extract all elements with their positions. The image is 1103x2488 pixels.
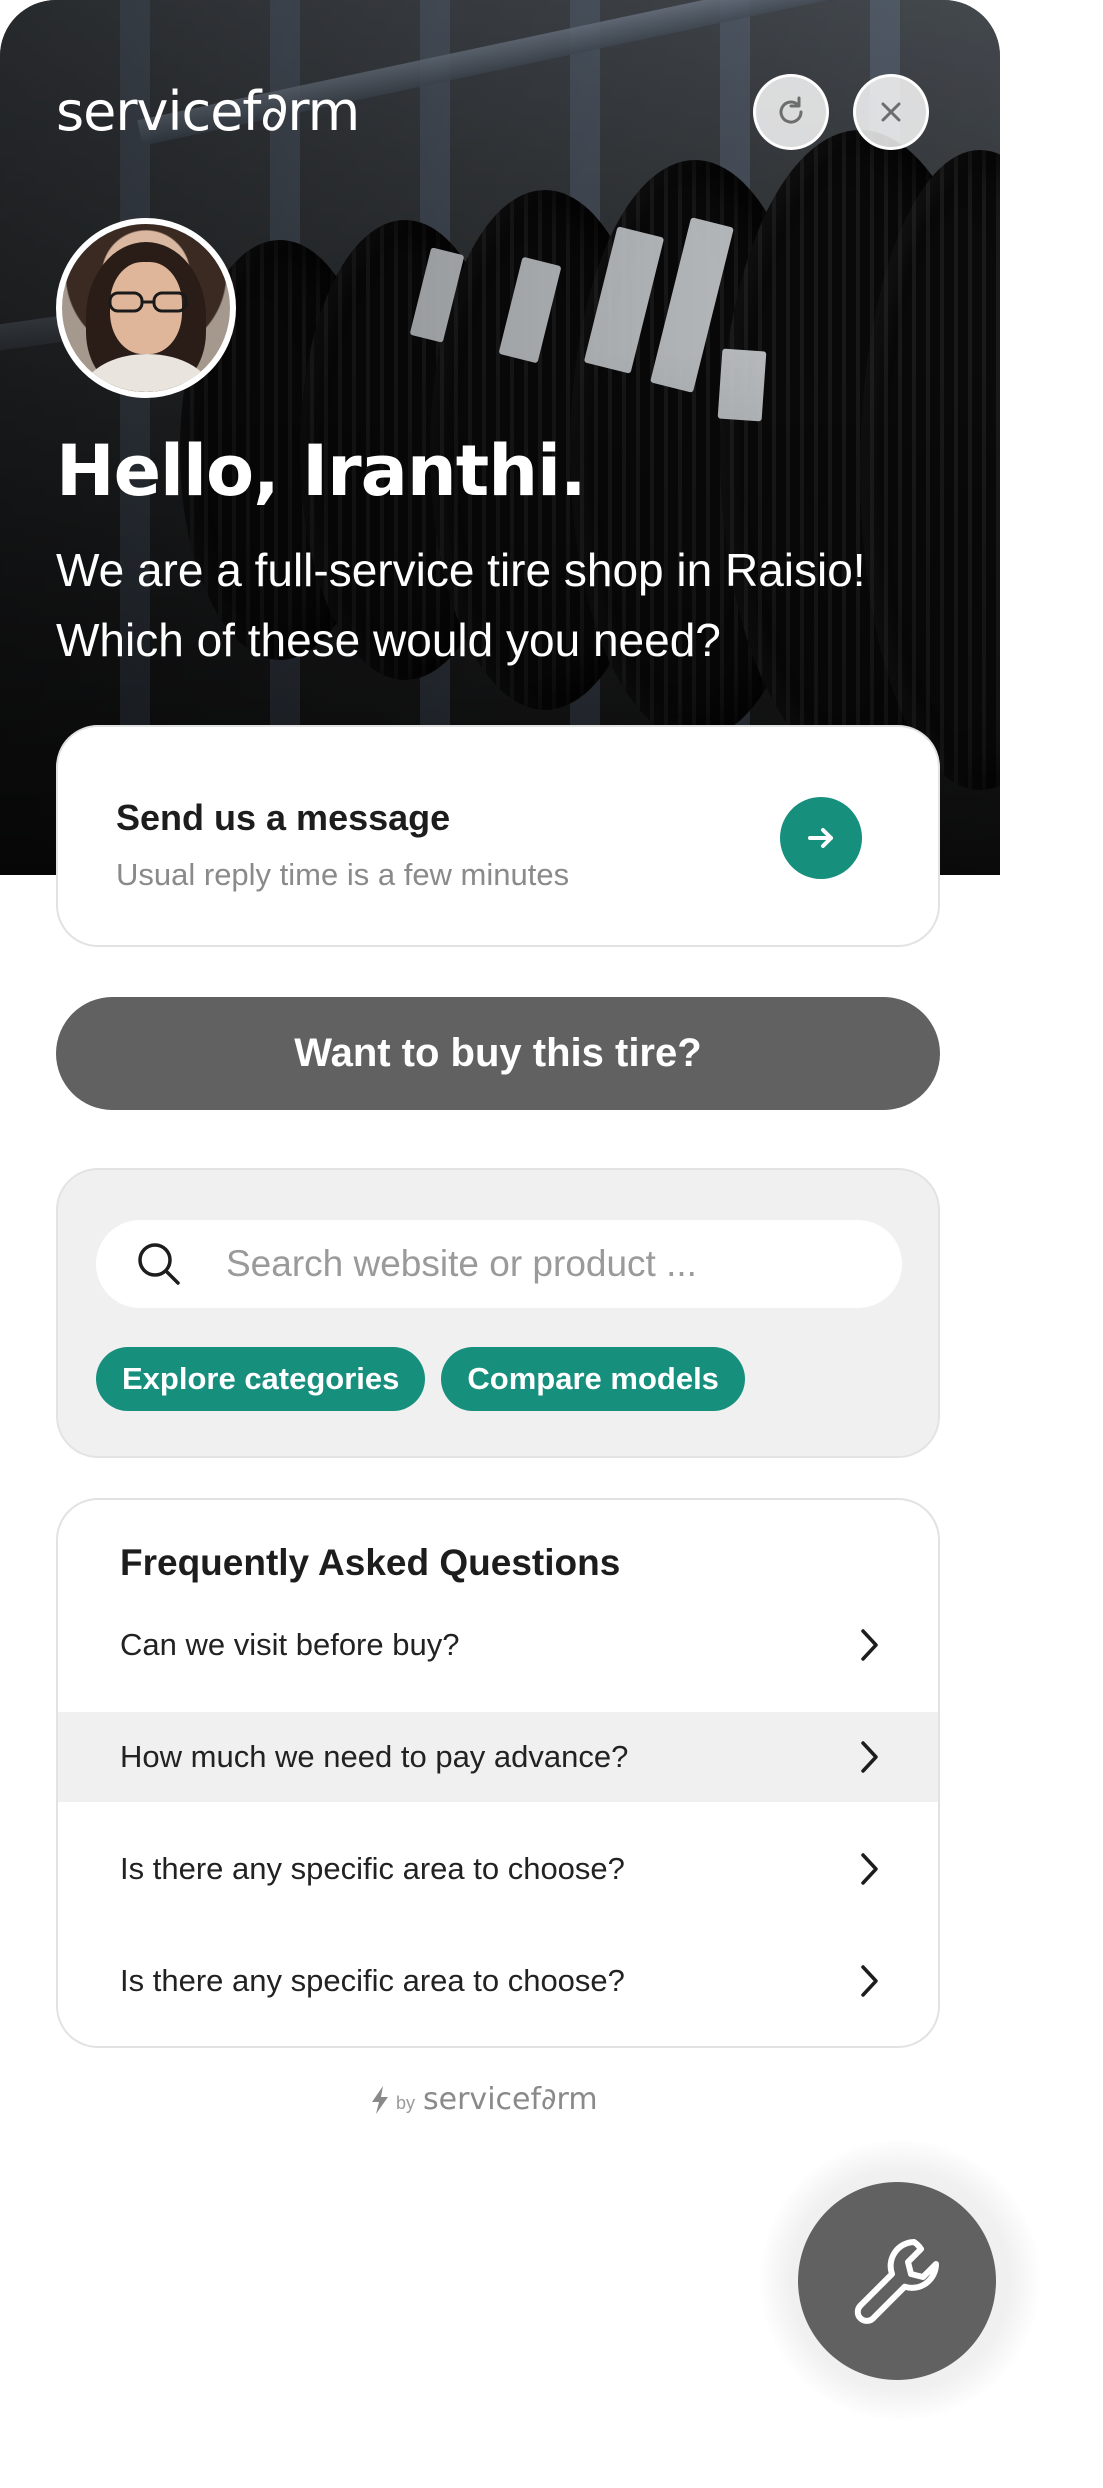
close-icon xyxy=(881,102,901,122)
buy-tire-button[interactable]: Want to buy this tire? xyxy=(56,997,940,1110)
chat-widget: servicef∂rm Hello, Iranthi. We are a ful… xyxy=(0,0,1000,2180)
servicefrom-logo: servicef∂rm xyxy=(56,80,360,143)
faq-item[interactable]: Can we visit before buy? xyxy=(58,1600,938,1690)
chevron-right-icon xyxy=(861,1629,878,1661)
chevron-right-icon xyxy=(861,1965,878,1997)
powered-by-brand: servicef∂rm xyxy=(423,2082,598,2117)
powered-by-label: by xyxy=(396,2093,416,2113)
launcher-button[interactable] xyxy=(798,2182,996,2380)
refresh-button[interactable] xyxy=(753,74,829,150)
faq-title: Frequently Asked Questions xyxy=(120,1542,621,1583)
faq-question: Can we visit before buy? xyxy=(120,1627,460,1662)
chip-explore-categories[interactable]: Explore categories xyxy=(96,1347,426,1411)
faq-item[interactable]: Is there any specific area to choose? xyxy=(58,1936,938,2026)
greeting-heading: Hello, Iranthi. xyxy=(56,430,587,512)
close-button[interactable] xyxy=(853,74,929,150)
quick-action-chips: Explore categories Compare models xyxy=(96,1347,745,1411)
message-card-title: Send us a message xyxy=(116,797,451,838)
arrow-right-icon xyxy=(808,828,833,848)
faq-question: How much we need to pay advance? xyxy=(120,1739,629,1774)
search-card: Explore categories Compare models xyxy=(56,1168,940,1458)
send-message-button[interactable] xyxy=(780,797,862,879)
message-card-subtitle: Usual reply time is a few minutes xyxy=(116,857,570,892)
search-input[interactable] xyxy=(226,1243,866,1285)
chevron-right-icon xyxy=(861,1853,878,1885)
bolt-icon xyxy=(372,2085,388,2114)
powered-by[interactable]: by servicef∂rm xyxy=(370,2082,598,2117)
agent-avatar xyxy=(56,218,236,398)
chip-compare-models[interactable]: Compare models xyxy=(441,1347,745,1411)
wrench-icon xyxy=(854,2239,939,2324)
search-icon xyxy=(138,1243,180,1285)
chevron-right-icon xyxy=(861,1741,878,1773)
faq-question: Is there any specific area to choose? xyxy=(120,1963,625,1998)
hero-subtitle: We are a full-service tire shop in Raisi… xyxy=(56,544,866,666)
faq-item[interactable]: Is there any specific area to choose? xyxy=(58,1824,938,1914)
search-box[interactable] xyxy=(96,1220,902,1308)
faq-card: Frequently Asked Questions Can we visit … xyxy=(56,1498,940,2048)
faq-question: Is there any specific area to choose? xyxy=(120,1851,625,1886)
faq-item[interactable]: How much we need to pay advance? xyxy=(58,1712,938,1802)
refresh-icon xyxy=(779,96,803,124)
send-message-card[interactable]: Send us a message Usual reply time is a … xyxy=(56,725,940,947)
glasses-icon xyxy=(108,291,188,313)
